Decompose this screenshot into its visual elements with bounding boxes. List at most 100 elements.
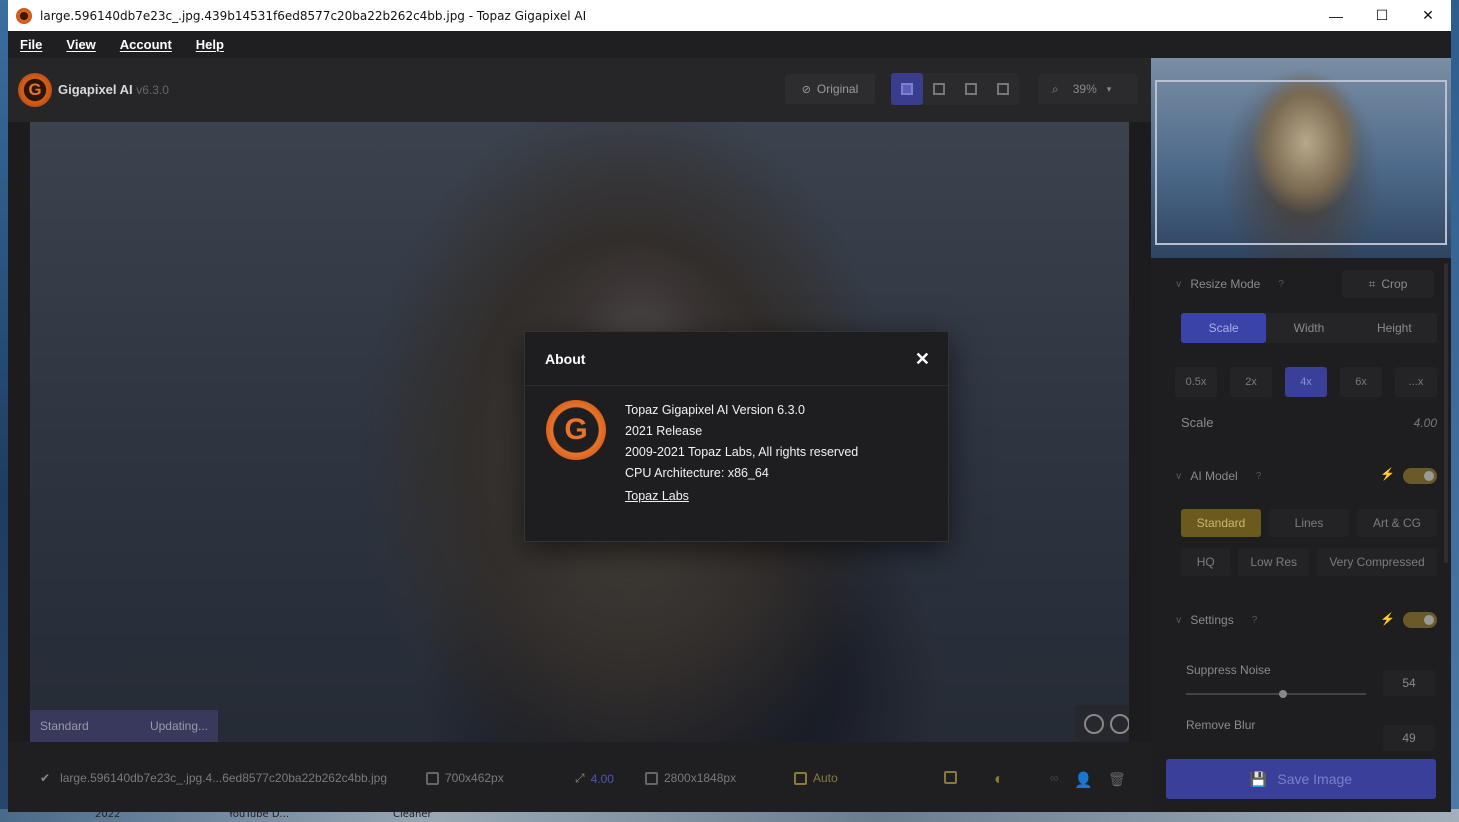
window-title: large.596140db7e23c_.jpg.439b14531f6ed85… — [40, 8, 587, 23]
help-icon[interactable]: ? — [1252, 615, 1258, 626]
gigapixel-logo-icon: G — [546, 400, 606, 460]
split-view-icon — [933, 83, 945, 95]
ai-model-header[interactable]: ∨ AI Model ? — [1175, 469, 1261, 483]
chart-icon[interactable] — [944, 771, 957, 784]
scale-label: Scale — [1181, 415, 1214, 430]
suppress-noise-slider[interactable] — [1186, 690, 1366, 698]
delete-icon[interactable]: 🗑 — [1108, 771, 1126, 788]
about-version: Topaz Gigapixel AI Version 6.3.0 — [625, 403, 805, 417]
about-dialog-header: About — [525, 332, 948, 386]
auto-model-indicator[interactable]: Auto — [794, 771, 838, 785]
scale-readout-value: 4.00 — [590, 771, 614, 786]
expand-icon: ⤢ — [575, 771, 585, 785]
chevron-down-icon: ∨ — [1175, 614, 1183, 626]
remove-blur-input[interactable]: 49 — [1383, 725, 1435, 751]
suppress-noise-slider-handle[interactable] — [1279, 690, 1288, 698]
close-icon[interactable]: ✕ — [915, 350, 930, 368]
model-label: Standard — [40, 719, 89, 733]
output-size-icon — [645, 771, 658, 785]
crop-button[interactable]: ⌗ Crop — [1342, 270, 1434, 298]
output-size: 2800x1848px — [645, 771, 736, 785]
input-size: 700x462px — [426, 771, 504, 785]
menu-account[interactable]: Account — [120, 37, 172, 52]
chevron-down-icon: ▾ — [1106, 83, 1112, 94]
face-icon[interactable] — [1084, 713, 1104, 734]
about-release: 2021 Release — [625, 424, 703, 438]
topaz-labs-link[interactable]: Topaz Labs — [625, 489, 689, 503]
single-view-button[interactable] — [891, 73, 923, 105]
scale-0-5x-button[interactable]: 0.5x — [1175, 367, 1217, 397]
compare-view-button[interactable] — [987, 73, 1019, 105]
face-refinement-icon[interactable]: 👤 — [1074, 771, 1093, 789]
bolt-icon: ⚡ — [1380, 467, 1395, 481]
help-icon[interactable]: ? — [1256, 471, 1262, 482]
about-info: Topaz Gigapixel AI Version 6.3.0 2021 Re… — [625, 400, 858, 484]
zoom-control[interactable]: ⌕ 39% ▾ — [1038, 74, 1138, 104]
about-dialog: About ✕ G Topaz Gigapixel AI Version 6.3… — [524, 331, 949, 542]
navigator-viewport-frame[interactable] — [1155, 80, 1447, 245]
scale-value-input[interactable]: 4.00 — [1414, 416, 1437, 430]
scale-6x-button[interactable]: 6x — [1340, 367, 1382, 397]
suppress-noise-input[interactable]: 54 — [1383, 670, 1435, 696]
original-toggle-button[interactable]: ⊘ Original — [785, 74, 875, 104]
settings-label: Settings — [1190, 613, 1234, 627]
menu-help[interactable]: Help — [196, 37, 224, 52]
file-row[interactable]: ✔ large.596140db7e23c_.jpg.4...6ed8577c2… — [40, 771, 387, 785]
model-row-2: HQ Low Res Very Compressed — [1181, 548, 1437, 576]
zoom-icon: ⌕ — [1052, 81, 1059, 96]
ai-model-auto-toggle[interactable] — [1403, 468, 1437, 484]
resize-mode-header[interactable]: ∨ Resize Mode ? — [1175, 277, 1284, 291]
save-icon: 💾 — [1249, 770, 1268, 787]
scale-2x-button[interactable]: 2x — [1230, 367, 1272, 397]
tab-width[interactable]: Width — [1266, 313, 1351, 343]
help-icon[interactable]: ? — [1278, 279, 1284, 290]
auto-label: Auto — [813, 771, 838, 785]
chart-glyph-icon — [944, 771, 957, 784]
model-very-compressed-button[interactable]: Very Compressed — [1317, 548, 1437, 576]
app-version: v6.3.0 — [136, 83, 169, 97]
input-size-value: 700x462px — [445, 771, 504, 785]
processing-status: Updating... — [149, 719, 208, 733]
save-image-button[interactable]: 💾 Save Image — [1166, 759, 1436, 799]
app-name-text: Gigapixel AI — [58, 82, 133, 97]
model-standard-button[interactable]: Standard — [1181, 509, 1261, 537]
navigator-preview[interactable] — [1151, 58, 1451, 258]
resize-mode-label: Resize Mode — [1190, 277, 1261, 291]
settings-auto-toggle[interactable] — [1403, 612, 1437, 628]
about-dialog-title: About — [545, 350, 586, 367]
menu-file[interactable]: File — [20, 37, 42, 52]
chevron-down-icon: ∨ — [1175, 278, 1183, 290]
model-lines-button[interactable]: Lines — [1269, 509, 1349, 537]
side-by-side-view-button[interactable] — [955, 73, 987, 105]
maximize-button[interactable]: ☐ — [1359, 0, 1405, 31]
eye-slash-icon: ⊘ — [801, 83, 811, 96]
file-info-bar: ✔ large.596140db7e23c_.jpg.4...6ed8577c2… — [8, 742, 1151, 812]
split-view-button[interactable] — [923, 73, 955, 105]
single-view-icon — [901, 83, 913, 95]
scale-4x-button[interactable]: 4x — [1285, 367, 1327, 397]
tab-height[interactable]: Height — [1352, 313, 1437, 343]
gigapixel-app-icon — [16, 7, 32, 24]
output-size-value: 2800x1848px — [664, 771, 737, 785]
face-refine-icon[interactable] — [1110, 713, 1129, 734]
model-art-cg-button[interactable]: Art & CG — [1357, 509, 1437, 537]
crop-label: Crop — [1381, 277, 1408, 291]
close-window-button[interactable]: ✕ — [1405, 0, 1451, 31]
compare-icon[interactable]: ◐ — [994, 771, 1004, 789]
side-by-side-icon — [965, 83, 977, 95]
scale-custom-button[interactable]: ...x — [1395, 367, 1437, 397]
model-hq-button[interactable]: HQ — [1181, 548, 1231, 576]
minimize-button[interactable]: — — [1313, 0, 1359, 31]
auto-model-icon — [794, 771, 807, 785]
panel-scrollbar[interactable] — [1444, 263, 1448, 563]
link-icon[interactable]: ∞ — [1050, 771, 1059, 785]
settings-header[interactable]: ∨ Settings ? — [1175, 613, 1257, 627]
resize-mode-tabs: Scale Width Height — [1181, 313, 1437, 343]
about-cpu-arch: CPU Architecture: x86_64 — [625, 466, 769, 480]
toolbar-header: G Gigapixel AI v6.3.0 ⊘ Original ⌕ 39% ▾ — [8, 58, 1151, 122]
menu-view[interactable]: View — [66, 37, 95, 52]
model-low-res-button[interactable]: Low Res — [1238, 548, 1309, 576]
model-row-1: Standard Lines Art & CG — [1181, 509, 1437, 537]
half-circle-icon: ◐ — [994, 771, 1004, 788]
tab-scale[interactable]: Scale — [1181, 313, 1267, 343]
